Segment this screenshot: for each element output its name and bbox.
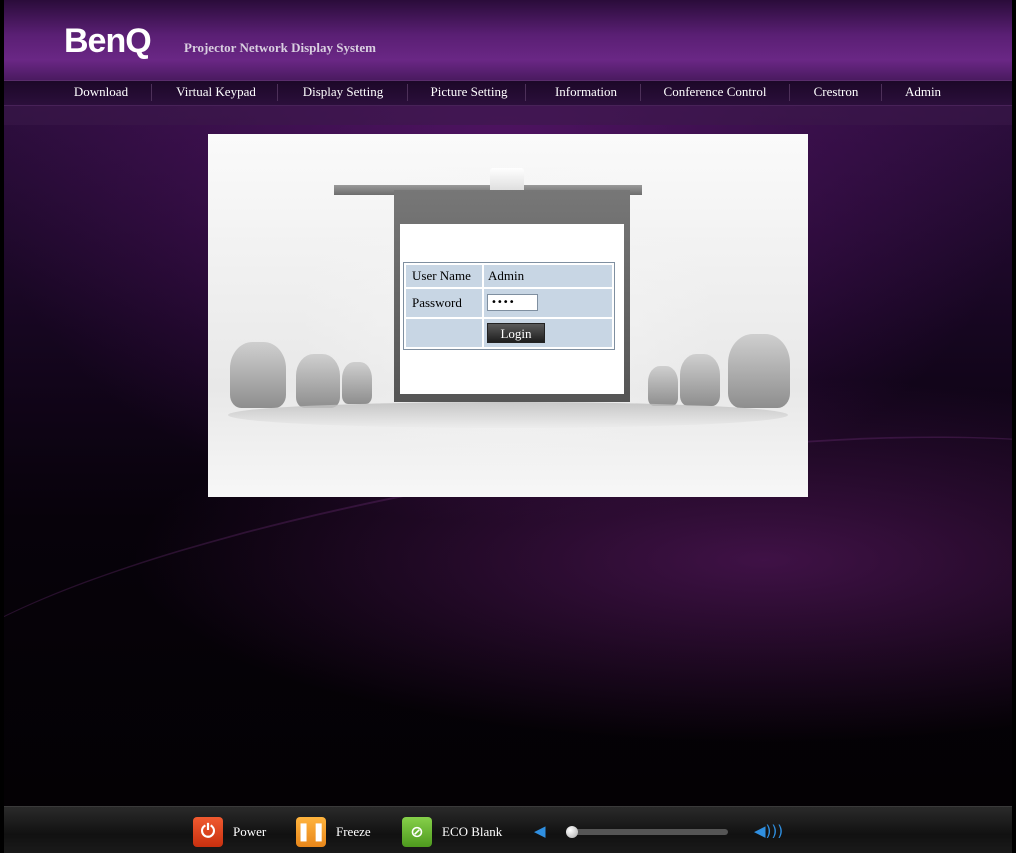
password-input[interactable]: ••••	[487, 294, 538, 311]
volume-up-icon[interactable]: ◀)))	[754, 821, 783, 841]
chair	[680, 354, 720, 406]
freeze-label: Freeze	[336, 824, 371, 839]
nav-information[interactable]: Information	[537, 81, 635, 105]
login-form: User Name Admin Password •••• Login	[403, 262, 615, 350]
chair	[342, 362, 372, 404]
benq-logo: BenQ	[64, 22, 152, 60]
nav-separator	[789, 84, 790, 101]
password-label-cell: Password	[406, 289, 482, 317]
freeze-button[interactable]: ❚❚ Freeze	[296, 817, 386, 847]
login-button[interactable]: Login	[487, 323, 545, 343]
header: BenQ Projector Network Display System	[4, 0, 1012, 80]
username-label-cell: User Name	[406, 265, 482, 287]
nav-separator	[151, 84, 152, 101]
username-value-cell: Admin	[484, 265, 612, 287]
eco-blank-icon: ⊘	[402, 817, 432, 847]
control-bar: ⏻ Power ❚❚ Freeze ⊘ ECO Blank ◀ ◀)))	[4, 806, 1012, 853]
nav-conference-control[interactable]: Conference Control	[650, 81, 780, 105]
eco-blank-button[interactable]: ⊘ ECO Blank	[402, 817, 512, 847]
nav-underlay	[4, 105, 1012, 125]
pause-icon: ❚❚	[296, 817, 326, 847]
nav-separator	[881, 84, 882, 101]
nav-crestron[interactable]: Crestron	[796, 81, 876, 105]
nav-display-setting[interactable]: Display Setting	[289, 81, 397, 105]
nav-virtual-keypad[interactable]: Virtual Keypad	[164, 81, 268, 105]
chair	[230, 342, 286, 408]
main-nav: Download Virtual Keypad Display Setting …	[4, 80, 1012, 106]
power-icon: ⏻	[193, 817, 223, 847]
nav-separator	[640, 84, 641, 101]
login-panel: User Name Admin Password •••• Login	[208, 134, 808, 497]
nav-picture-setting[interactable]: Picture Setting	[418, 81, 520, 105]
page-background: BenQ Projector Network Display System Do…	[4, 0, 1012, 852]
username-value: Admin	[488, 268, 525, 283]
nav-separator	[525, 84, 526, 101]
volume-slider[interactable]	[566, 826, 728, 838]
nav-separator	[277, 84, 278, 101]
system-title: Projector Network Display System	[184, 40, 376, 55]
chair	[296, 354, 340, 408]
power-label: Power	[233, 824, 267, 839]
power-button[interactable]: ⏻ Power	[193, 817, 283, 847]
volume-slider-knob[interactable]	[566, 826, 578, 838]
volume-down-icon[interactable]: ◀	[534, 821, 546, 841]
chair	[728, 334, 790, 408]
conference-table	[228, 402, 788, 428]
nav-admin[interactable]: Admin	[887, 81, 959, 105]
empty-cell	[406, 319, 482, 347]
eco-blank-label: ECO Blank	[442, 824, 503, 839]
conference-room-image: User Name Admin Password •••• Login	[208, 134, 808, 497]
password-label: Password	[412, 295, 462, 310]
nav-download[interactable]: Download	[61, 81, 141, 105]
nav-separator	[407, 84, 408, 101]
chair	[648, 366, 678, 406]
username-label: User Name	[412, 268, 471, 283]
